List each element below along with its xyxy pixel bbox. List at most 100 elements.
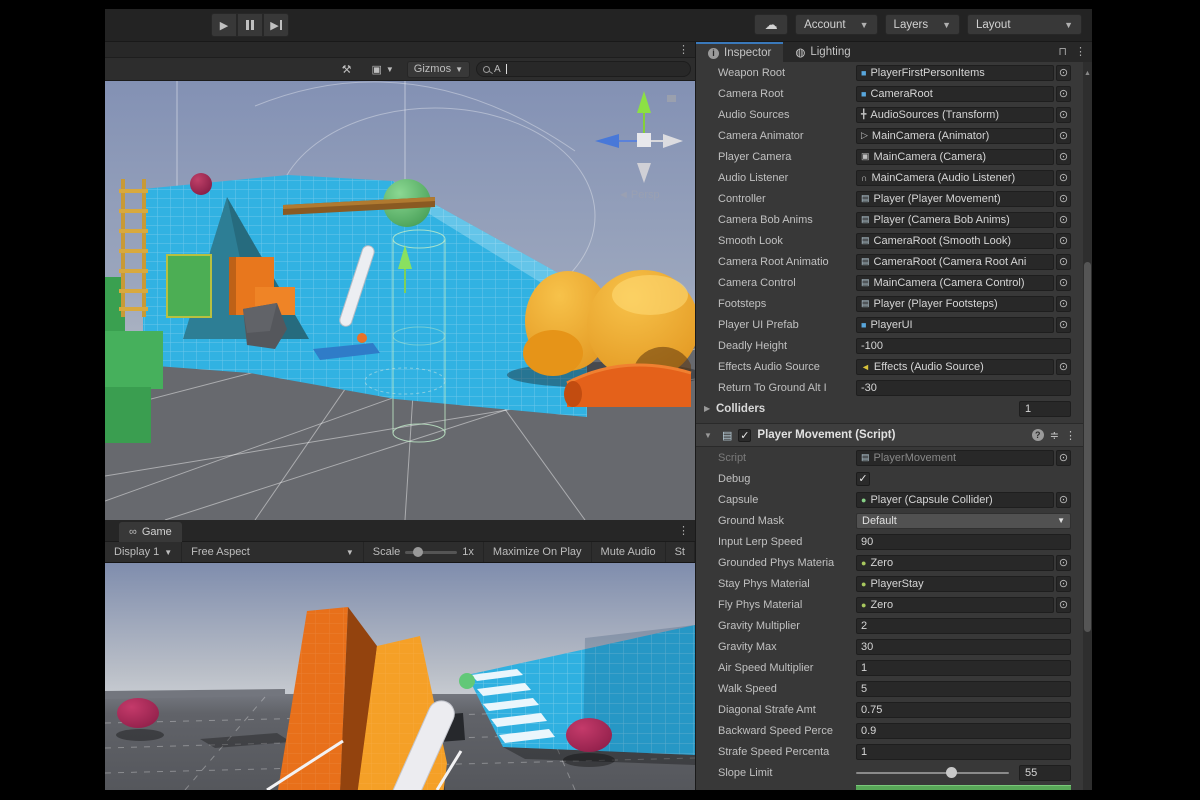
slider-value-field[interactable]: 55 <box>1019 765 1071 781</box>
scene-object-yellow-domes[interactable] <box>523 270 695 380</box>
object-picker-icon[interactable]: ⊙ <box>1056 149 1071 165</box>
object-field[interactable]: ●Zero <box>856 597 1054 613</box>
object-picker-icon[interactable]: ⊙ <box>1056 86 1071 102</box>
tab-inspector[interactable]: i Inspector <box>696 42 783 62</box>
object-field[interactable]: ▤CameraRoot (Smooth Look) <box>856 233 1054 249</box>
object-field[interactable]: ∩MainCamera (Audio Listener) <box>856 170 1054 186</box>
object-field[interactable]: ▤CameraRoot (Camera Root Ani <box>856 254 1054 270</box>
object-picker-icon[interactable]: ⊙ <box>1056 492 1071 508</box>
scene-viewport[interactable]: ◄Persp <box>105 81 695 520</box>
tab-lighting[interactable]: ◍ Lighting <box>783 42 862 62</box>
object-picker-icon[interactable]: ⊙ <box>1056 296 1071 312</box>
number-field[interactable]: 90 <box>856 534 1071 550</box>
object-picker-icon[interactable]: ⊙ <box>1056 170 1071 186</box>
object-picker-icon[interactable]: ⊙ <box>1056 107 1071 123</box>
object-field[interactable]: ◄Effects (Audio Source) <box>856 359 1054 375</box>
checkbox[interactable]: ✓ <box>856 472 870 486</box>
inspector-menu-icon[interactable]: ⋮ <box>1075 45 1086 58</box>
axis-center-cube[interactable] <box>637 133 651 147</box>
object-field[interactable]: ▤MainCamera (Camera Control) <box>856 275 1054 291</box>
component-menu-icon[interactable]: ⋮ <box>1065 429 1076 442</box>
scrollbar-thumb[interactable] <box>1084 262 1091 632</box>
maximize-on-play-button[interactable]: Maximize On Play <box>484 542 592 563</box>
object-field[interactable]: ■CameraRoot <box>856 86 1054 102</box>
object-picker-icon[interactable]: ⊙ <box>1056 233 1071 249</box>
object-field[interactable]: ●PlayerStay <box>856 576 1054 592</box>
layout-dropdown[interactable]: Layout▼ <box>967 14 1082 35</box>
persp-label[interactable]: ◄Persp <box>618 189 660 201</box>
scale-slider[interactable] <box>405 551 457 554</box>
account-dropdown[interactable]: Account▼ <box>795 14 877 35</box>
foldout-arrow-icon[interactable]: ▼ <box>704 431 716 440</box>
scene-panel-menu-icon[interactable]: ⋮ <box>678 43 689 56</box>
number-field[interactable]: 1 <box>856 744 1071 760</box>
object-picker-icon[interactable]: ⊙ <box>1056 254 1071 270</box>
object-picker-icon[interactable]: ⊙ <box>1056 65 1071 81</box>
mask-dropdown[interactable]: Default▼ <box>856 513 1071 529</box>
object-field[interactable]: ●Zero <box>856 555 1054 571</box>
number-field[interactable]: 5 <box>856 681 1071 697</box>
property-row: Fly Phys Material●Zero⊙ <box>696 594 1084 615</box>
number-field[interactable]: 0.9 <box>856 723 1071 739</box>
object-field[interactable]: ●Player (Capsule Collider) <box>856 492 1054 508</box>
object-field[interactable]: ▤Player (Player Movement) <box>856 191 1054 207</box>
tools-icon[interactable]: ⚒ <box>335 61 359 78</box>
object-picker-icon[interactable]: ⊙ <box>1056 128 1071 144</box>
scene-search-input[interactable]: A <box>476 61 691 77</box>
object-picker-icon[interactable]: ⊙ <box>1056 191 1071 207</box>
slider-knob[interactable] <box>946 767 957 778</box>
help-icon[interactable]: ? <box>1032 429 1044 441</box>
game-viewport[interactable] <box>105 563 695 790</box>
gizmos-dropdown[interactable]: Gizmos▼ <box>407 61 470 78</box>
scene-object-orange-sphere[interactable] <box>357 333 367 343</box>
presets-icon[interactable]: ≑ <box>1050 429 1059 442</box>
object-field[interactable]: ▤PlayerMovement <box>856 450 1054 466</box>
number-field[interactable]: 2 <box>856 618 1071 634</box>
display-dropdown[interactable]: Display 1▼ <box>105 542 182 563</box>
stats-button[interactable]: St <box>666 542 695 563</box>
object-field[interactable]: ▣MainCamera (Camera) <box>856 149 1054 165</box>
tab-game[interactable]: ∞ Game <box>119 522 182 542</box>
inspector-scrollbar[interactable]: ▲ <box>1083 62 1092 790</box>
object-field[interactable]: ▤Player (Player Footsteps) <box>856 296 1054 312</box>
object-field[interactable]: ■PlayerFirstPersonItems <box>856 65 1054 81</box>
object-picker-icon[interactable]: ⊙ <box>1056 450 1071 466</box>
number-field[interactable]: -100 <box>856 338 1071 354</box>
play-button[interactable]: ▶ <box>211 13 237 37</box>
object-field[interactable]: ■PlayerUI <box>856 317 1054 333</box>
slider-track[interactable] <box>856 772 1009 774</box>
object-picker-icon[interactable]: ⊙ <box>1056 317 1071 333</box>
number-field[interactable]: 30 <box>856 639 1071 655</box>
cloud-button[interactable]: ☁ <box>754 14 788 35</box>
object-picker-icon[interactable]: ⊙ <box>1056 555 1071 571</box>
object-picker-icon[interactable]: ⊙ <box>1056 576 1071 592</box>
object-picker-icon[interactable]: ⊙ <box>1056 275 1071 291</box>
number-field[interactable]: -30 <box>856 380 1071 396</box>
object-picker-icon[interactable]: ⊙ <box>1056 212 1071 228</box>
lock-icon[interactable] <box>667 95 676 102</box>
mute-audio-button[interactable]: Mute Audio <box>592 542 666 563</box>
aspect-dropdown[interactable]: Free Aspect▼ <box>182 542 364 563</box>
number-field[interactable]: 0.75 <box>856 702 1071 718</box>
step-icon: ▶ <box>270 19 281 32</box>
object-picker-icon[interactable]: ⊙ <box>1056 359 1071 375</box>
step-button[interactable]: ▶ <box>263 13 289 37</box>
object-field[interactable]: ▤Player (Camera Bob Anims) <box>856 212 1054 228</box>
player-movement-component-header[interactable]: ▼ ▤ ✓ Player Movement (Script) ? ≑ ⋮ <box>696 423 1084 447</box>
scene-object-red-sphere[interactable] <box>190 173 212 195</box>
property-label: Camera Root Animatio <box>718 256 856 268</box>
scale-control[interactable]: Scale 1x <box>364 542 484 563</box>
scene-object-green-box[interactable] <box>167 255 211 317</box>
component-enabled-checkbox[interactable]: ✓ <box>738 429 751 442</box>
object-field[interactable]: ▷MainCamera (Animator) <box>856 128 1054 144</box>
number-field[interactable]: 1 <box>856 660 1071 676</box>
pause-button[interactable] <box>237 13 263 37</box>
colliders-foldout[interactable]: ▶ Colliders 1 <box>696 398 1084 419</box>
object-picker-icon[interactable]: ⊙ <box>1056 597 1071 613</box>
dock-icon[interactable]: ⊓ <box>1058 45 1067 58</box>
game-panel-menu-icon[interactable]: ⋮ <box>678 524 689 537</box>
colliders-size-field[interactable]: 1 <box>1019 401 1071 417</box>
object-field[interactable]: ╋AudioSources (Transform) <box>856 107 1054 123</box>
scene-camera-dropdown[interactable]: ▣▼ <box>364 61 400 78</box>
layers-dropdown[interactable]: Layers▼ <box>885 14 960 35</box>
